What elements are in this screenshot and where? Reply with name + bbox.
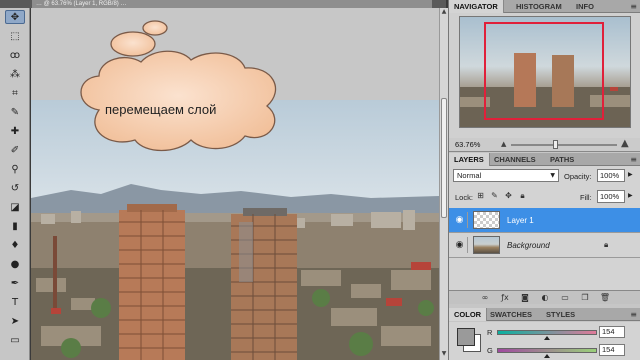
foreground-color-swatch[interactable]: [457, 328, 475, 346]
fill-label: Fill:: [580, 193, 592, 202]
marquee-tool-icon[interactable]: ⬚: [5, 29, 25, 43]
layers-footer: ∞ ƒx ◙ ◐ ▭ ❐ 🗑︎: [449, 290, 640, 304]
navigator-view-box[interactable]: [484, 22, 604, 120]
quick-selection-tool-icon[interactable]: ⁂: [5, 67, 25, 81]
scrollbar-thumb[interactable]: [441, 98, 447, 218]
blur-tool-icon[interactable]: ♦: [5, 238, 25, 252]
zoom-slider[interactable]: [511, 144, 617, 146]
layers-panel-menu-icon[interactable]: ≡: [630, 153, 637, 166]
layer-name[interactable]: Layer 1: [507, 216, 534, 225]
scroll-up-icon[interactable]: ▲: [440, 8, 448, 16]
lock-transparent-icon[interactable]: ⊞: [475, 190, 486, 201]
layer-row-layer-1[interactable]: ◉ Layer 1: [449, 208, 640, 233]
navigator-tab-row: NAVIGATOR HISTOGRAM INFO ≡: [449, 0, 640, 13]
fill-arrow-icon[interactable]: ▶: [628, 192, 633, 199]
tab-color[interactable]: COLOR: [449, 308, 488, 321]
tab-navigator[interactable]: NAVIGATOR: [449, 0, 504, 13]
layer-thumbnail: [473, 236, 500, 254]
blend-mode-value: Normal: [457, 171, 482, 180]
panel-menu-icon[interactable]: ≡: [630, 0, 637, 13]
zoom-out-icon[interactable]: ▲: [501, 140, 506, 148]
red-channel-slider[interactable]: [497, 330, 597, 335]
tab-layers[interactable]: LAYERS: [449, 153, 490, 166]
opacity-field[interactable]: 100%: [597, 169, 625, 182]
tab-info[interactable]: INFO: [571, 0, 599, 13]
fill-field[interactable]: 100%: [597, 190, 625, 203]
layer-mask-icon[interactable]: ◙: [519, 292, 531, 304]
new-layer-icon[interactable]: ❐: [579, 292, 591, 304]
adjustment-layer-icon[interactable]: ◐: [539, 292, 551, 304]
zoom-value[interactable]: 63.76%: [455, 140, 480, 149]
opacity-arrow-icon[interactable]: ▶: [628, 171, 633, 178]
pen-tool-icon[interactable]: ✒: [5, 276, 25, 290]
opacity-label: Opacity:: [564, 172, 592, 181]
move-tool-icon[interactable]: ✥: [5, 10, 25, 24]
canvas-vertical-scrollbar[interactable]: ▲ ▼: [439, 8, 448, 360]
green-slider-knob[interactable]: [544, 354, 550, 358]
channel-label-r: R: [487, 328, 493, 337]
green-channel-slider[interactable]: [497, 348, 597, 353]
delete-layer-icon[interactable]: 🗑︎: [599, 292, 611, 304]
eraser-tool-icon[interactable]: ◪: [5, 200, 25, 214]
visibility-eye-icon[interactable]: ◉: [452, 237, 468, 253]
green-channel-value[interactable]: 154: [599, 344, 625, 356]
panels-dock: NAVIGATOR HISTOGRAM INFO ≡ 63.76% ▲ ▲ LA…: [448, 0, 640, 360]
healing-brush-tool-icon[interactable]: ✚: [5, 124, 25, 138]
gradient-tool-icon[interactable]: ▮: [5, 219, 25, 233]
document-tab[interactable]: … @ 63.76% (Layer 1, RGB/8) …: [32, 0, 432, 8]
path-selection-tool-icon[interactable]: ➤: [5, 314, 25, 328]
red-slider-knob[interactable]: [544, 336, 550, 340]
red-channel-value[interactable]: 154: [599, 326, 625, 338]
tab-paths[interactable]: PATHS: [545, 153, 579, 166]
tab-channels[interactable]: CHANNELS: [489, 153, 541, 166]
layer-row-background[interactable]: ◉ Background 🔒︎: [449, 233, 640, 258]
layer-lock-icon: 🔒︎: [604, 240, 609, 249]
zoom-slider-knob[interactable]: [553, 140, 558, 149]
chevron-down-icon: ▼: [550, 172, 555, 179]
color-tab-row: COLOR SWATCHES STYLES ≡: [449, 308, 640, 321]
navigator-thumbnail[interactable]: [459, 16, 631, 128]
lasso-tool-icon[interactable]: ꝏ: [5, 48, 25, 62]
document-canvas[interactable]: перемещаем слой: [31, 8, 439, 360]
new-group-icon[interactable]: ▭: [559, 292, 571, 304]
scroll-down-icon[interactable]: ▼: [440, 350, 448, 358]
visibility-eye-icon[interactable]: ◉: [452, 212, 468, 228]
tab-histogram[interactable]: HISTOGRAM: [511, 0, 567, 13]
layer-name[interactable]: Background: [507, 241, 550, 250]
annotation-cloud: перемещаем слой: [69, 18, 291, 158]
rectangle-tool-icon[interactable]: ▭: [5, 333, 25, 347]
document-title-bar: … @ 63.76% (Layer 1, RGB/8) …: [0, 0, 446, 8]
color-body: R 154 G 154: [449, 322, 640, 360]
annotation-text: перемещаем слой: [105, 102, 217, 117]
tab-swatches[interactable]: SWATCHES: [485, 308, 537, 321]
lock-label: Lock:: [455, 193, 473, 202]
blend-mode-select[interactable]: Normal ▼: [453, 169, 559, 182]
navigator-body: [449, 13, 640, 138]
brush-tool-icon[interactable]: ✐: [5, 143, 25, 157]
lock-all-icon[interactable]: 🔒︎: [517, 190, 528, 201]
layers-body: Normal ▼ Opacity: 100% ▶ Lock: ⊞ ✎ ✥ 🔒︎ …: [449, 166, 640, 304]
channel-label-g: G: [487, 346, 493, 355]
link-layers-icon[interactable]: ∞: [479, 292, 491, 304]
lock-image-icon[interactable]: ✎: [489, 190, 500, 201]
eyedropper-tool-icon[interactable]: ✎: [5, 105, 25, 119]
layers-tab-row: LAYERS CHANNELS PATHS ≡: [449, 153, 640, 166]
zoom-in-icon[interactable]: ▲: [621, 138, 629, 149]
crop-tool-icon[interactable]: ⌗: [5, 86, 25, 100]
color-panel-menu-icon[interactable]: ≡: [630, 308, 637, 321]
tab-styles[interactable]: STYLES: [541, 308, 580, 321]
layer-style-icon[interactable]: ƒx: [499, 292, 511, 304]
layer-thumbnail: [473, 211, 500, 229]
tools-panel: ✥ ⬚ ꝏ ⁂ ⌗ ✎ ✚ ✐ ⚲ ↺ ◪ ▮ ♦ ● ✒ T ➤ ▭: [0, 8, 30, 360]
navigator-zoom-row: 63.76% ▲ ▲: [449, 138, 640, 152]
dodge-tool-icon[interactable]: ●: [5, 257, 25, 271]
type-tool-icon[interactable]: T: [5, 295, 25, 309]
clone-stamp-tool-icon[interactable]: ⚲: [5, 162, 25, 176]
lock-position-icon[interactable]: ✥: [503, 190, 514, 201]
history-brush-tool-icon[interactable]: ↺: [5, 181, 25, 195]
